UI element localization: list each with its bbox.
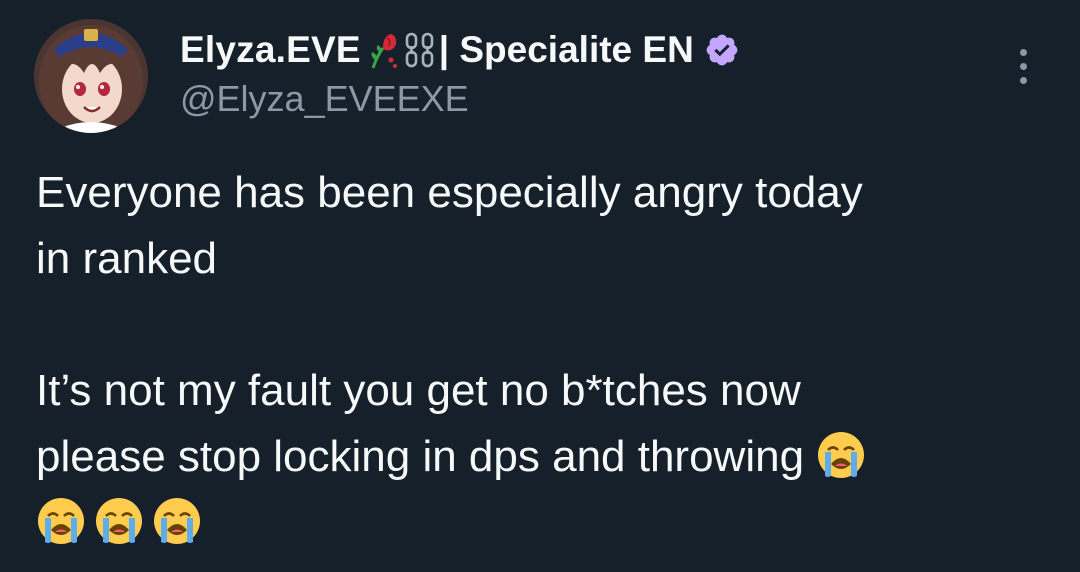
- loudly-crying-face-icon: [154, 498, 200, 544]
- tweet-line: Everyone has been especially angry today: [36, 168, 863, 217]
- tweet-text: Everyone has been especially angry today…: [36, 160, 1046, 556]
- display-name-suffix[interactable]: | Specialite EN: [439, 29, 694, 71]
- author-name-row[interactable]: Elyza.EVE | Specialite EN: [180, 24, 740, 76]
- tweet-line-with-emoji: please stop locking in dps and throwing: [36, 424, 1046, 490]
- tweet-line: please stop locking in dps and throwing: [36, 432, 805, 481]
- tweet-line: It’s not my fault you get no b*tches now: [36, 366, 801, 415]
- display-name[interactable]: Elyza.EVE: [180, 29, 361, 71]
- more-dot-icon: [1019, 76, 1027, 84]
- more-options-button[interactable]: [1006, 44, 1040, 88]
- tweet-line: in ranked: [36, 234, 218, 283]
- more-dot-icon: [1019, 62, 1027, 70]
- wilted-rose-icon: [371, 34, 397, 69]
- chains-icon: [405, 32, 434, 68]
- loudly-crying-face-icon: [96, 498, 142, 544]
- avatar[interactable]: [34, 19, 148, 133]
- loudly-crying-face-icon: [818, 432, 865, 478]
- loudly-crying-face-icon: [38, 498, 84, 544]
- emoji-row: [36, 490, 1046, 556]
- author-handle[interactable]: @Elyza_EVEEXE: [180, 78, 469, 120]
- avatar-image: [34, 19, 148, 133]
- verified-badge-icon[interactable]: [704, 32, 740, 68]
- tweet-card: Elyza.EVE | Specialite EN @Elyza_EVEEXE …: [0, 0, 1080, 572]
- more-dot-icon: [1019, 48, 1027, 56]
